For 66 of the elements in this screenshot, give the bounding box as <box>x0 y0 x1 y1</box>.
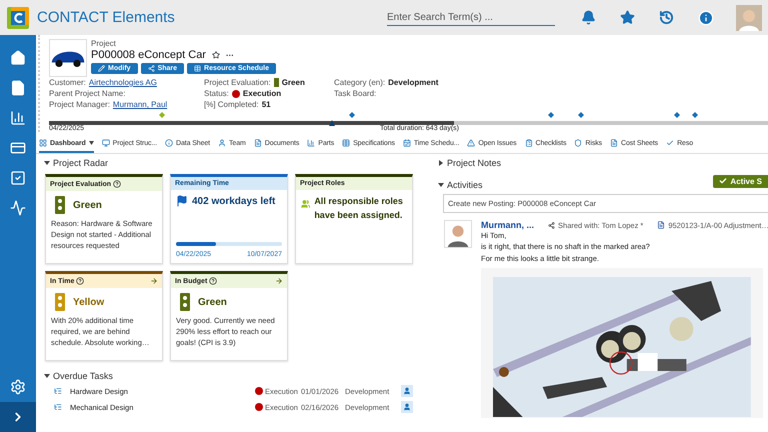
filter-button[interactable]: Active S <box>713 174 768 188</box>
person-button[interactable] <box>401 401 413 413</box>
section-header[interactable]: Overdue Tasks <box>36 361 430 383</box>
field-value: Execution <box>242 89 282 98</box>
field-label: [%] Completed: <box>204 100 259 109</box>
warning-icon <box>467 139 476 147</box>
bell-icon[interactable] <box>581 10 596 25</box>
info-icon[interactable] <box>698 10 714 26</box>
section-header[interactable]: Project Notes <box>430 154 768 170</box>
arrow-icon[interactable] <box>150 277 158 285</box>
status-text: Yellow <box>73 296 104 308</box>
field-label: Status: <box>204 89 229 98</box>
project-title: P000008 eConcept Car <box>91 49 206 61</box>
expand-button[interactable] <box>0 402 36 432</box>
document-icon <box>657 221 666 229</box>
table-icon <box>194 65 202 72</box>
field-label: Customer: <box>49 78 86 87</box>
star-icon[interactable] <box>212 51 220 59</box>
field-label: Task Board: <box>334 89 376 98</box>
clipboard-icon <box>524 139 533 147</box>
monitor-icon <box>102 139 110 147</box>
person-icon <box>218 139 226 147</box>
author-avatar <box>444 220 472 248</box>
section-header[interactable]: Activities <box>430 170 483 192</box>
table-icon <box>342 139 350 147</box>
app-title: CONTACT Elements <box>37 9 176 26</box>
field-link[interactable]: Murmann, Paul <box>112 100 168 109</box>
shield-icon <box>574 139 582 147</box>
dashboard-icon <box>39 139 47 147</box>
search-field[interactable]: Enter Search Term(s) ... <box>387 10 555 26</box>
field-label: Category (en): <box>334 78 386 87</box>
car-thumbnail <box>49 39 87 77</box>
task-icon <box>54 387 62 395</box>
share-icon <box>148 65 155 72</box>
status-text: Green <box>198 296 227 308</box>
today-marker <box>329 120 335 126</box>
history-icon[interactable] <box>659 10 674 25</box>
author-link[interactable]: Murmann, ... <box>481 220 534 230</box>
field-label: Parent Project Name: <box>49 89 126 98</box>
bars-icon <box>307 139 316 147</box>
section-header[interactable]: Project Radar <box>36 154 430 170</box>
check-icon <box>666 139 674 147</box>
status-text: Green <box>73 200 102 210</box>
field-value: 51 <box>262 100 271 109</box>
status-text: 402 workdays left <box>192 196 276 206</box>
caret-icon <box>88 141 94 145</box>
pencil-icon <box>98 65 105 72</box>
task-icon <box>54 403 62 411</box>
document-icon <box>610 139 618 147</box>
status-text: All responsible roles have been assigned. <box>314 195 404 222</box>
arrow-icon[interactable] <box>275 277 283 285</box>
field-link[interactable]: Airtechnologies AG <box>88 78 157 87</box>
share-icon <box>548 222 556 228</box>
app-logo <box>7 6 29 28</box>
more-menu[interactable]: ··· <box>226 50 234 60</box>
object-type: Project <box>91 39 117 48</box>
check-icon <box>719 177 728 185</box>
calendar-icon <box>402 139 411 147</box>
field-label: Project Manager: <box>49 100 110 109</box>
document-icon <box>254 139 262 147</box>
field-value: Development <box>388 78 438 87</box>
star-icon[interactable] <box>620 10 635 25</box>
field-label: Project Evaluation: <box>204 78 271 87</box>
person-button[interactable] <box>401 385 413 397</box>
field-value: Green <box>282 78 305 87</box>
info-icon <box>164 139 173 147</box>
